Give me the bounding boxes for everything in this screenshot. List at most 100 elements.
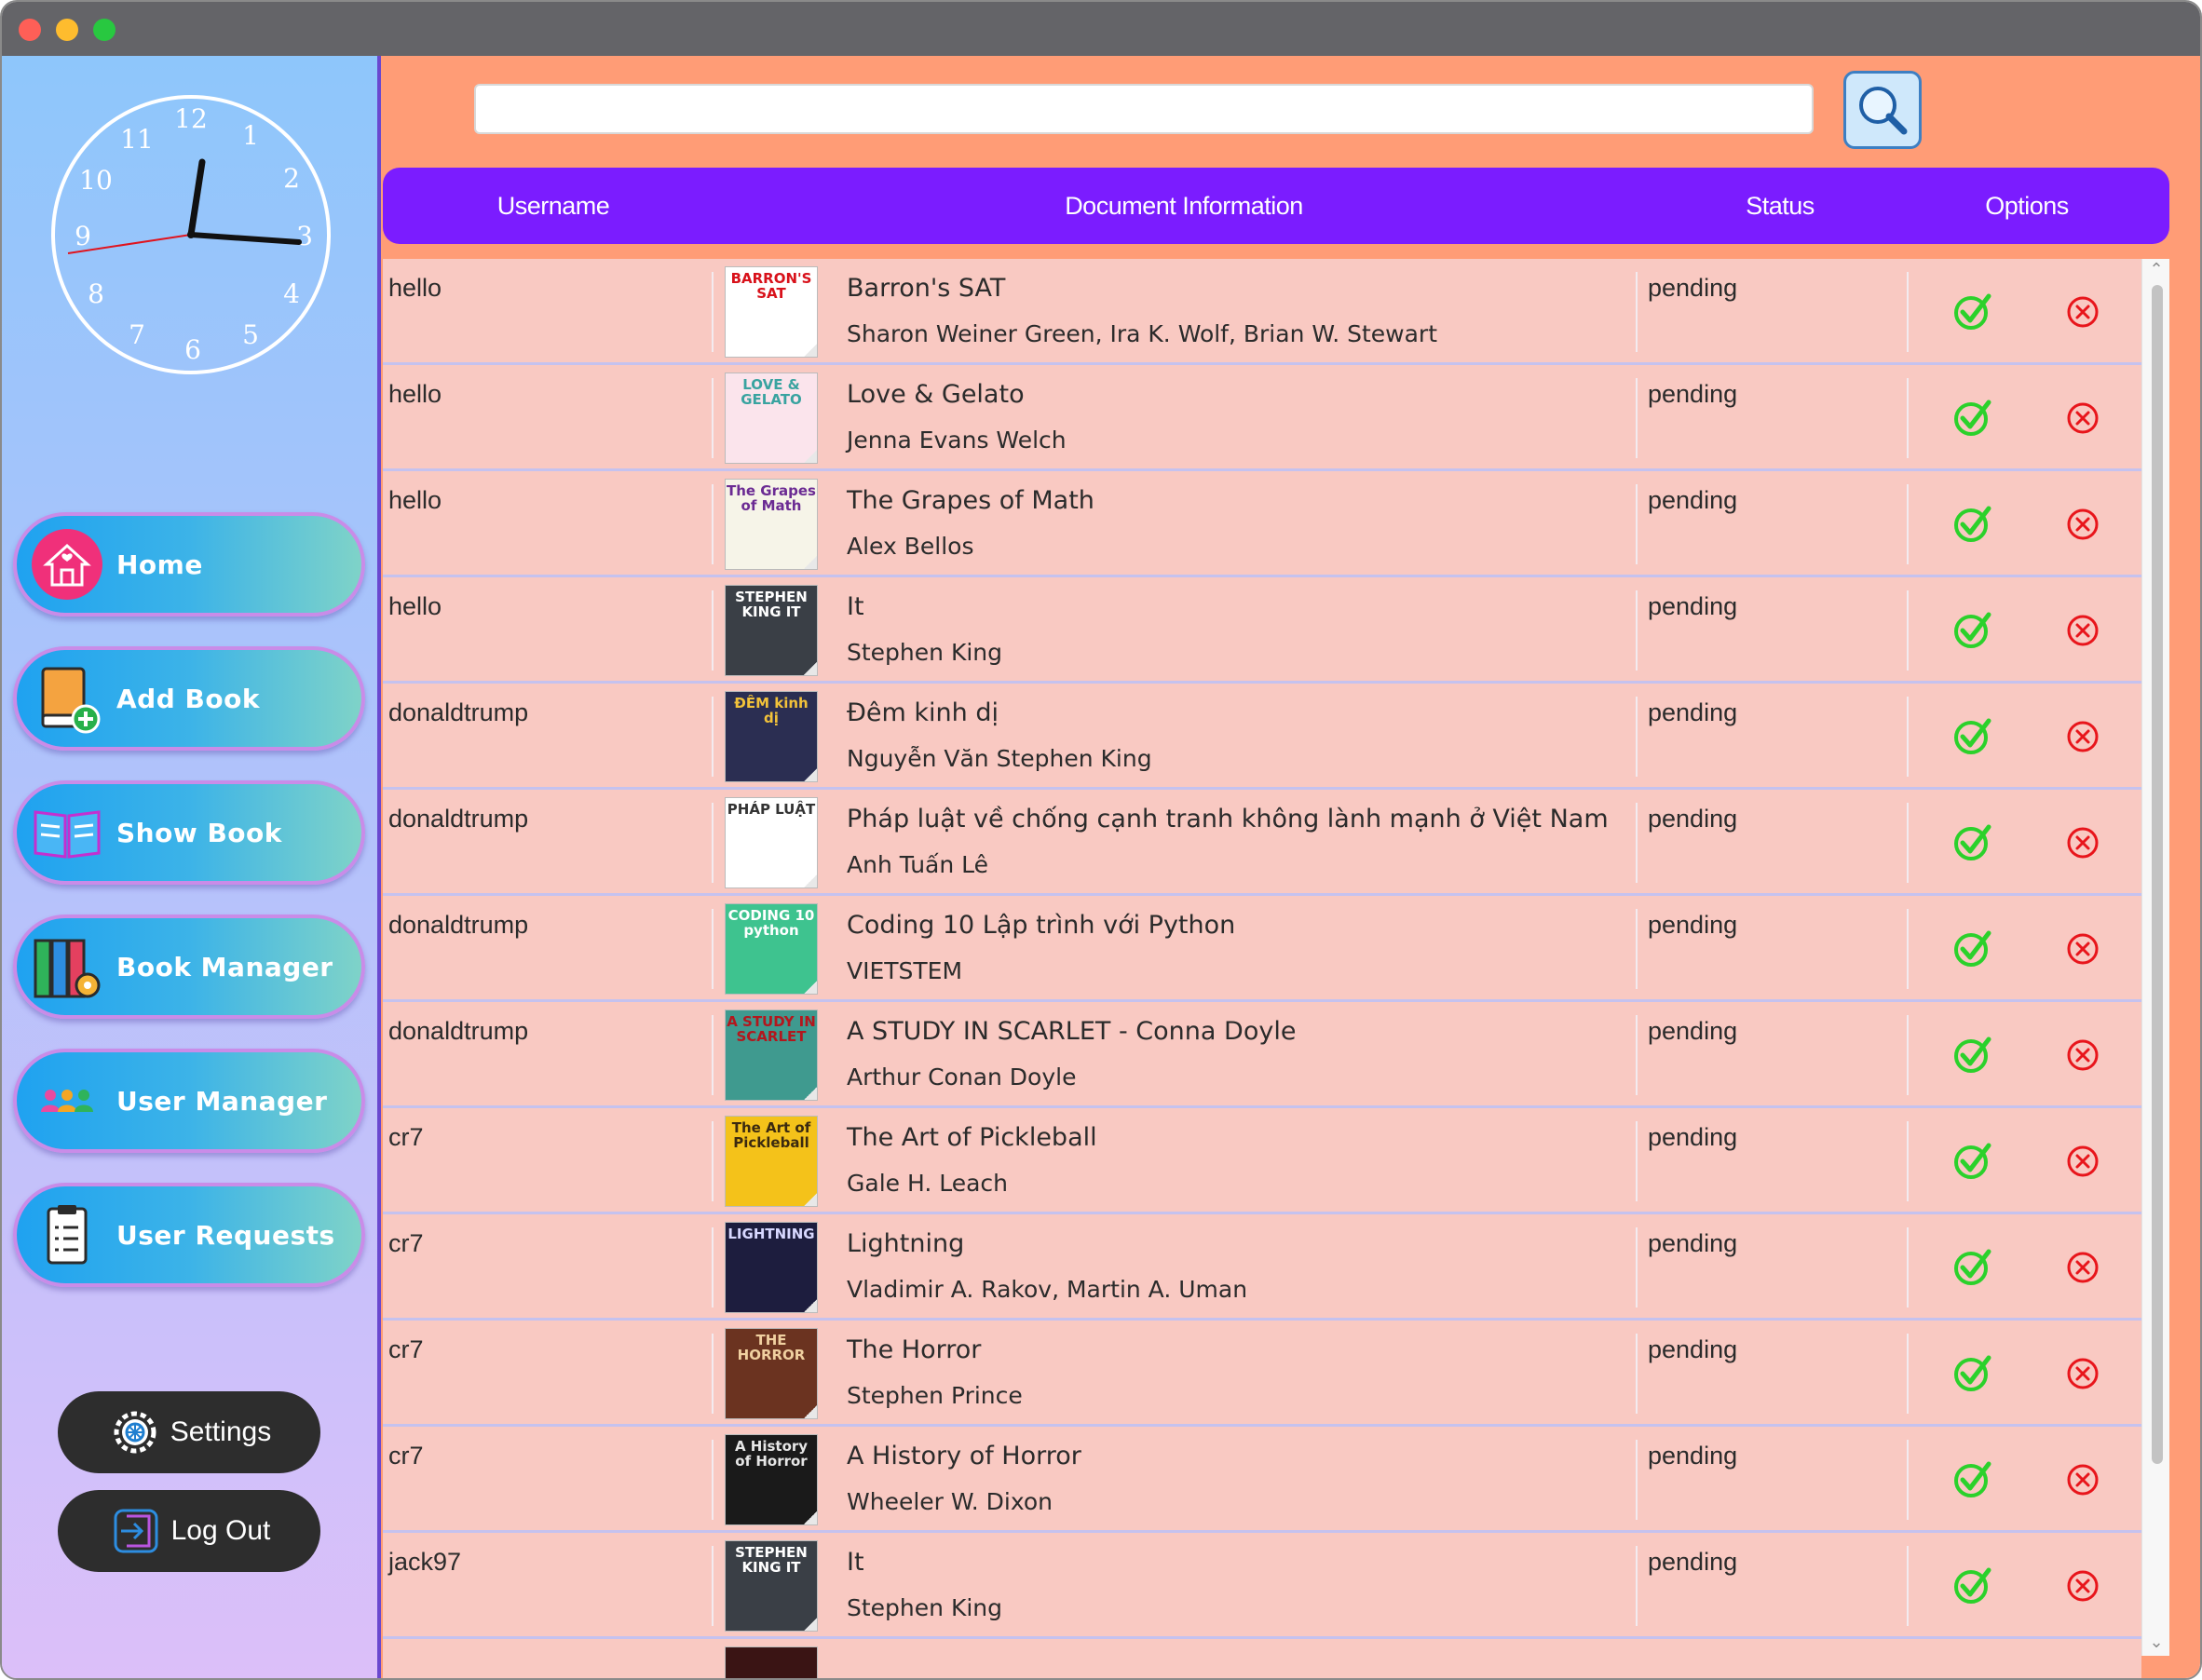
approve-check-icon[interactable] — [1953, 1460, 1992, 1499]
cell-username: cr7 — [388, 1229, 424, 1257]
approve-check-icon[interactable] — [1953, 1354, 1992, 1393]
column-divider — [712, 1227, 714, 1307]
book-cover-image: BARRON'S SAT — [725, 266, 818, 358]
book-cover-text: THE HORROR — [737, 1332, 806, 1363]
book-title: Barron's SAT — [847, 274, 1006, 303]
column-divider — [712, 909, 714, 989]
column-divider — [1636, 590, 1638, 671]
reject-x-icon[interactable] — [2066, 1463, 2100, 1497]
header-status: Status — [1746, 192, 1815, 220]
nav-book-manager-button[interactable]: Book Manager — [13, 915, 365, 1019]
cell-username: donaldtrump — [388, 805, 529, 833]
column-divider — [1636, 272, 1638, 352]
book-cover-text: STEPHEN KING IT — [735, 589, 808, 620]
cell-status: pending — [1648, 1442, 1738, 1470]
book-author: Arthur Conan Doyle — [847, 1064, 1077, 1091]
nav-home-button[interactable]: Home — [13, 512, 365, 616]
column-divider — [1907, 803, 1909, 883]
column-divider — [1907, 1015, 1909, 1095]
nav-user-manager-button[interactable]: User Manager — [13, 1049, 365, 1153]
approve-check-icon[interactable] — [1953, 823, 1992, 862]
nav-show-book-button[interactable]: Show Book — [13, 780, 365, 885]
reject-x-icon[interactable] — [2066, 614, 2100, 647]
table-row: cr7 THE HORROR The Horror Stephen Prince pen… — [383, 1321, 2141, 1427]
book-title: Lightning — [847, 1229, 965, 1258]
settings-button[interactable]: Settings — [58, 1391, 320, 1473]
reject-x-icon[interactable] — [2066, 401, 2100, 435]
page-curl — [802, 1510, 817, 1524]
approve-check-icon[interactable] — [1953, 1142, 1992, 1181]
nav-add-book-button[interactable]: Add Book — [13, 646, 365, 751]
reject-x-icon[interactable] — [2066, 826, 2100, 860]
nav-show-book-label: Show Book — [116, 817, 282, 848]
table-row: cr7 LIGHTNING Lightning Vladimir A. Rakov, … — [383, 1214, 2141, 1321]
column-divider — [1907, 1546, 1909, 1626]
logout-button[interactable]: Log Out — [58, 1490, 320, 1572]
column-divider — [712, 1546, 714, 1626]
reject-x-icon[interactable] — [2066, 720, 2100, 753]
reject-x-icon[interactable] — [2066, 1145, 2100, 1178]
column-divider — [1636, 378, 1638, 458]
approve-check-icon[interactable] — [1953, 399, 1992, 438]
column-divider — [712, 378, 714, 458]
column-divider — [1636, 1334, 1638, 1414]
column-divider — [1636, 484, 1638, 564]
book-title: It — [847, 592, 864, 621]
book-cover-image: STEPHEN KING IT — [725, 1540, 818, 1632]
cell-status: pending — [1648, 1548, 1738, 1576]
column-divider — [1636, 697, 1638, 777]
reject-x-icon[interactable] — [2066, 508, 2100, 541]
book-author: Wheeler W. Dixon — [847, 1488, 1053, 1515]
page-curl — [802, 766, 817, 781]
page-curl — [802, 660, 817, 675]
approve-check-icon[interactable] — [1953, 611, 1992, 650]
close-window-button[interactable] — [19, 19, 41, 41]
add-book-icon — [41, 667, 101, 734]
approve-check-icon[interactable] — [1953, 292, 1992, 332]
scroll-up-arrow[interactable]: ⌃ — [2146, 261, 2167, 279]
reject-x-icon[interactable] — [2066, 932, 2100, 966]
book-title: Love & Gelato — [847, 380, 1025, 409]
cell-status: pending — [1648, 698, 1738, 726]
approve-check-icon[interactable] — [1953, 1036, 1992, 1075]
reject-x-icon[interactable] — [2066, 295, 2100, 329]
nav-user-requests-button[interactable]: User Requests — [13, 1183, 365, 1287]
approve-check-icon[interactable] — [1953, 1566, 1992, 1605]
cell-username: hello — [388, 274, 442, 302]
cell-username: donaldtrump — [388, 1017, 529, 1045]
approve-check-icon[interactable] — [1953, 505, 1992, 544]
nav-home-label: Home — [116, 549, 203, 580]
header-document-information: Document Information — [1065, 192, 1303, 220]
logout-label: Log Out — [170, 1515, 271, 1546]
vertical-scrollbar[interactable]: ⌃ ⌄ — [2141, 259, 2169, 1656]
search-button[interactable] — [1843, 71, 1922, 149]
approve-check-icon[interactable] — [1953, 717, 1992, 756]
book-title: Coding 10 Lập trình với Python — [847, 911, 1236, 940]
reject-x-icon[interactable] — [2066, 1038, 2100, 1072]
column-divider — [1636, 1227, 1638, 1307]
reject-x-icon[interactable] — [2066, 1357, 2100, 1390]
open-book-icon — [34, 810, 101, 859]
approve-check-icon[interactable] — [1953, 1248, 1992, 1287]
cell-username: jack97 — [388, 1548, 462, 1576]
approve-check-icon[interactable] — [1953, 929, 1992, 969]
table-row: hello STEPHEN KING IT It Stephen King pendin… — [383, 577, 2141, 684]
book-cover-image: ĐÊM kinh dị — [725, 691, 818, 782]
column-divider — [712, 1121, 714, 1201]
header-username: Username — [496, 192, 610, 220]
zoom-window-button[interactable] — [93, 19, 116, 41]
minimize-window-button[interactable] — [56, 19, 78, 41]
column-divider — [712, 1015, 714, 1095]
page-curl — [802, 554, 817, 569]
app-window: 12 1 2 3 4 5 6 7 8 9 10 11 Home Add Book… — [0, 0, 2202, 1680]
reject-x-icon[interactable] — [2066, 1569, 2100, 1603]
cell-username: hello — [388, 380, 442, 408]
reject-x-icon[interactable] — [2066, 1251, 2100, 1284]
page-curl — [802, 1085, 817, 1100]
cell-status: pending — [1648, 1335, 1738, 1363]
scroll-down-arrow[interactable]: ⌄ — [2146, 1633, 2167, 1652]
header-options: Options — [1985, 192, 2069, 220]
cell-status: pending — [1648, 805, 1738, 833]
search-input[interactable] — [474, 84, 1814, 134]
scroll-thumb[interactable] — [2152, 285, 2163, 1464]
